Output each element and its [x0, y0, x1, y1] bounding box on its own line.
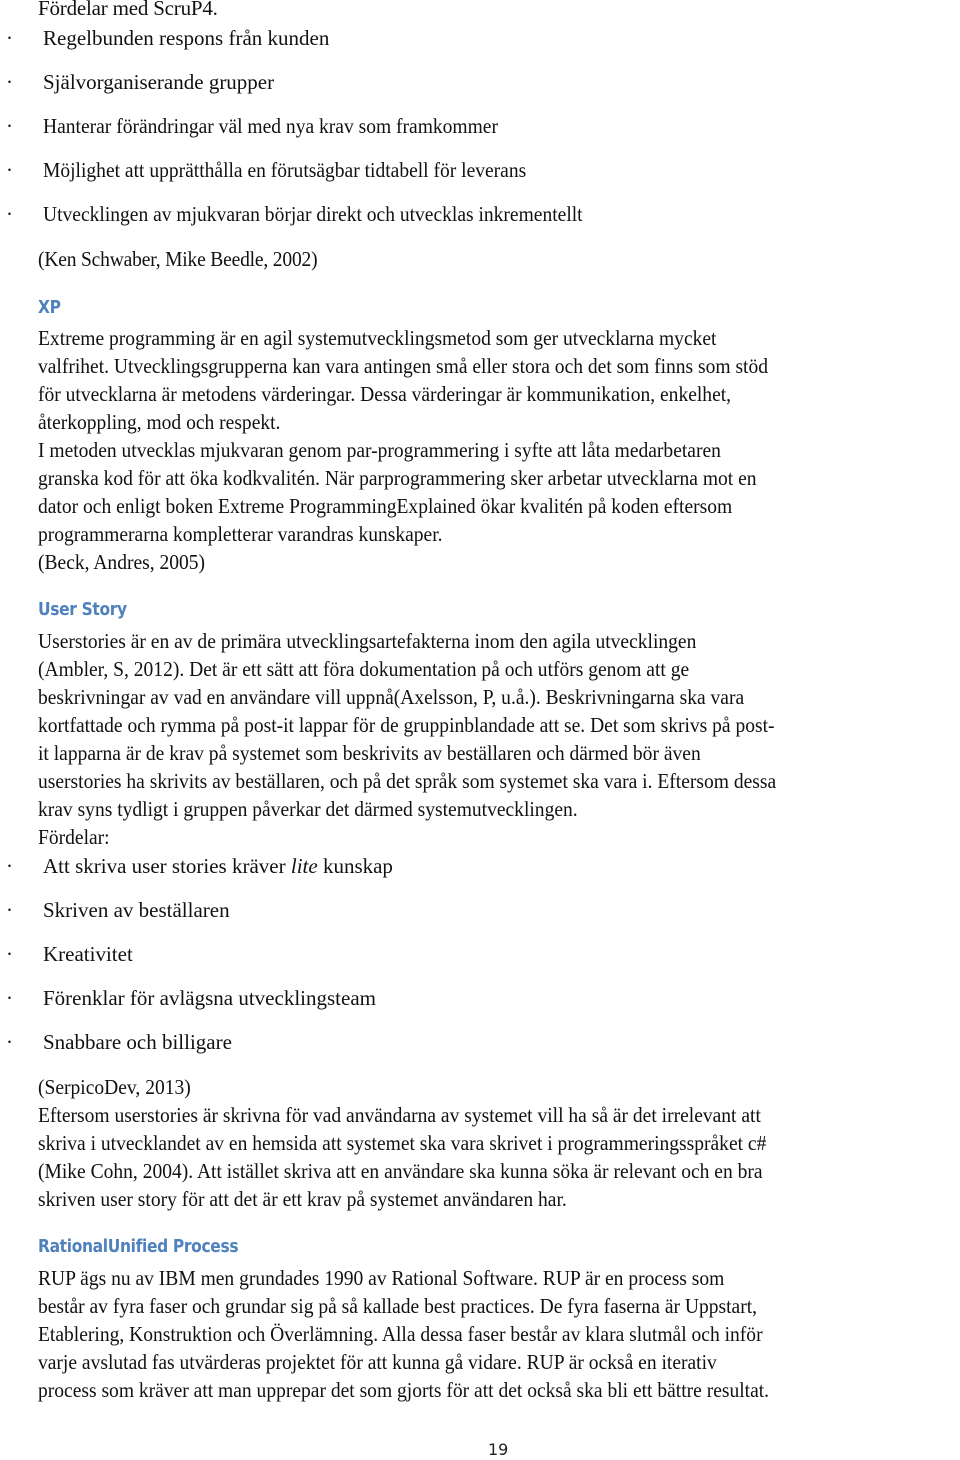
- text-line: (Ambler, S, 2012). Det är ett sätt att f…: [38, 657, 690, 681]
- xp-heading: XP: [38, 297, 61, 318]
- text-line: (Mike Cohn, 2004). Att istället skriva a…: [38, 1159, 763, 1183]
- text-line: programmerarna kompletterar varandras ku…: [38, 522, 443, 546]
- text-line: skriven user story för att det är ett kr…: [38, 1187, 567, 1211]
- bullet-icon: ·: [6, 202, 13, 226]
- advantage-text-after: kunskap: [317, 854, 393, 878]
- bullet-icon: ·: [6, 26, 13, 50]
- user-story-paragraph-2: (SerpicoDev, 2013) Eftersom userstories …: [38, 1073, 960, 1213]
- bullet-icon: ·: [6, 986, 13, 1010]
- bullet-icon: ·: [6, 898, 13, 922]
- text-line: Eftersom userstories är skrivna för vad …: [38, 1103, 761, 1127]
- text-line: återkoppling, mod och respekt.: [38, 410, 281, 434]
- scrum-advantage-text: Utvecklingen av mjukvaran börjar direkt …: [43, 202, 583, 226]
- user-story-advantage-text: Kreativitet: [43, 942, 133, 966]
- user-story-citation: (SerpicoDev, 2013): [38, 1075, 191, 1099]
- user-story-advantage-text: Att skriva user stories kräver lite kuns…: [43, 852, 393, 880]
- text-line: I metoden utvecklas mjukvaran genom par-…: [38, 438, 721, 462]
- rup-paragraph: RUP ägs nu av IBM men grundades 1990 av …: [38, 1264, 960, 1404]
- text-line: beskrivningar av vad en användare vill u…: [38, 685, 745, 709]
- user-story-advantage-text: Skriven av beställaren: [43, 898, 230, 922]
- text-line: granska kod för att öka kodkvalitén. När…: [38, 466, 757, 490]
- xp-paragraph-1: Extreme programming är en agil systemutv…: [38, 324, 960, 436]
- text-line: varje avslutad fas utvärderas projektet …: [38, 1350, 717, 1374]
- text-line: userstories ha skrivits av beställaren, …: [38, 769, 777, 793]
- user-story-heading: User Story: [38, 599, 127, 620]
- text-line: Extreme programming är en agil systemutv…: [38, 326, 717, 350]
- user-story-advantages-label: Fördelar:: [38, 825, 110, 849]
- xp-citation: (Beck, Andres, 2005): [38, 550, 206, 574]
- scrum-advantage-text: Självorganiserande grupper: [43, 70, 275, 94]
- text-line: krav syns tydligt i gruppen påverkar det…: [38, 797, 578, 821]
- advantage-text-before: Att skriva user stories kräver: [43, 854, 291, 878]
- text-line: Userstories är en av de primära utveckli…: [38, 629, 697, 653]
- scrum-advantage-text: Möjlighet att upprätthålla en förutsägba…: [43, 158, 527, 182]
- xp-paragraph-2: I metoden utvecklas mjukvaran genom par-…: [38, 436, 960, 576]
- text-line: it lapparna är de krav på systemet som b…: [38, 741, 701, 765]
- scrum-advantages-title: Fördelar med ScruP4.: [38, 0, 218, 20]
- bullet-icon: ·: [6, 70, 13, 94]
- bullet-icon: ·: [6, 854, 13, 878]
- text-line: kortfattade och rymma på post-it lappar …: [38, 713, 775, 737]
- bullet-icon: ·: [6, 942, 13, 966]
- bullet-icon: ·: [6, 1030, 13, 1054]
- user-story-advantage-text: Snabbare och billigare: [43, 1030, 232, 1054]
- text-line: för utvecklarna är metodens värderingar.…: [38, 382, 732, 406]
- document-page: Fördelar med ScruP4. · Regelbunden respo…: [0, 0, 960, 1460]
- rup-heading: RationalUnified Process: [38, 1236, 239, 1257]
- text-line: består av fyra faser och grundar sig på …: [38, 1294, 758, 1318]
- scrum-citation: (Ken Schwaber, Mike Beedle, 2002): [38, 247, 318, 271]
- advantage-text-emphasis: lite: [290, 854, 318, 878]
- scrum-advantage-text: Regelbunden respons från kunden: [43, 26, 330, 50]
- page-number: 19: [488, 1440, 509, 1459]
- bullet-icon: ·: [6, 158, 13, 182]
- text-line: skriva i utvecklandet av en hemsida att …: [38, 1131, 767, 1155]
- user-story-advantage-text: Förenklar för avlägsna utvecklingsteam: [43, 986, 376, 1010]
- text-line: valfrihet. Utvecklingsgrupperna kan vara…: [38, 354, 769, 378]
- scrum-advantage-text: Hanterar förändringar väl med nya krav s…: [43, 114, 498, 138]
- bullet-icon: ·: [6, 114, 13, 138]
- text-line: dator och enligt boken Extreme Programmi…: [38, 494, 733, 518]
- user-story-paragraph: Userstories är en av de primära utveckli…: [38, 627, 960, 851]
- text-line: process som kräver att man upprepar det …: [38, 1378, 770, 1402]
- text-line: RUP ägs nu av IBM men grundades 1990 av …: [38, 1266, 725, 1290]
- text-line: Etablering, Konstruktion och Överlämning…: [38, 1322, 763, 1346]
